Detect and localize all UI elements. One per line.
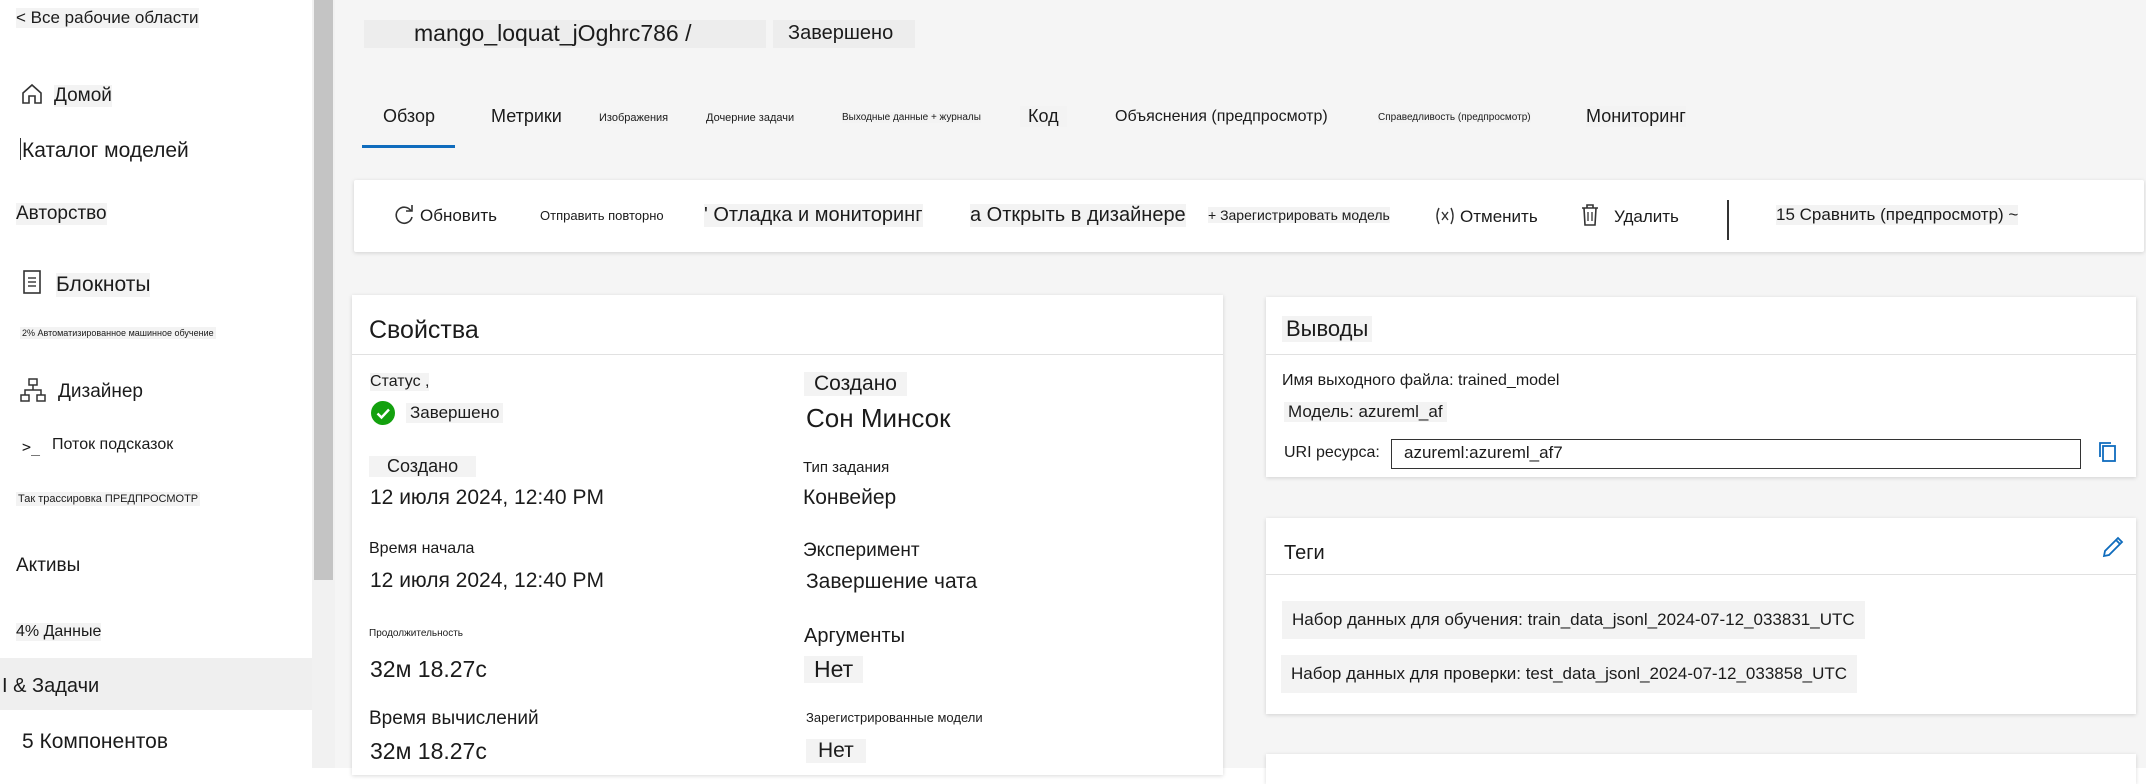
asset-uri-label: URI ресурса:	[1284, 444, 1380, 461]
sidebar-item-notebooks[interactable]: Блокноты	[56, 273, 151, 297]
tab-metrics[interactable]: Метрики	[491, 106, 562, 127]
sidebar: < Все рабочие области Домой Каталог моде…	[0, 0, 312, 768]
tab-code[interactable]: Код	[1020, 106, 1067, 127]
tab-child-jobs[interactable]: Дочерние задачи	[706, 112, 794, 124]
refresh-button[interactable]: Обновить	[420, 206, 497, 226]
arguments-value: Нет	[804, 656, 864, 683]
debug-monitor-button[interactable]: ' Отладка и мониторинг	[704, 204, 923, 227]
arguments-label: Аргументы	[804, 625, 905, 647]
compute-time-value: 32м 18.27с	[370, 738, 487, 764]
open-designer-button[interactable]: а Открыть в дизайнере	[970, 204, 1186, 227]
next-card-edge	[1266, 754, 2136, 784]
resubmit-button[interactable]: Отправить повторно	[540, 208, 664, 223]
back-to-workspaces-link[interactable]: < Все рабочие области	[16, 8, 199, 28]
home-icon	[22, 83, 42, 104]
tab-outputs-logs[interactable]: Выходные данные + журналы	[842, 112, 981, 123]
created-label: Создано	[369, 456, 477, 477]
tags-title: Теги	[1284, 542, 1325, 564]
copy-icon[interactable]	[2096, 440, 2118, 464]
outputs-title: Выводы	[1282, 316, 1373, 342]
toolbar-divider	[1727, 200, 1729, 240]
properties-divider	[352, 354, 1223, 355]
output-model[interactable]: Модель: azureml_af	[1284, 402, 1447, 422]
job-type-label: Тип задания	[803, 459, 890, 476]
start-time-label: Время начала	[369, 540, 475, 557]
tab-active-underline	[362, 145, 455, 148]
sidebar-item-components[interactable]: 5 Компонентов	[22, 730, 168, 754]
notebook-icon	[23, 270, 41, 294]
registered-models-label: Зарегистрированные модели	[806, 710, 983, 725]
compare-preview-button[interactable]: 15 Сравнить (предпросмотр) ~	[1776, 205, 2019, 225]
cancel-icon	[1436, 207, 1454, 225]
tab-overview[interactable]: Обзор	[383, 106, 435, 127]
properties-card	[352, 295, 1223, 775]
properties-title: Свойства	[369, 316, 479, 344]
designer-icon	[20, 378, 46, 402]
job-type-value: Конвейер	[803, 486, 897, 509]
refresh-icon	[395, 205, 413, 224]
duration-label: Продолжительность	[369, 628, 463, 639]
status-value: Завершено	[406, 403, 504, 423]
register-model-button[interactable]: + Зарегистрировать модель	[1208, 207, 1390, 223]
sidebar-item-prompt-flow[interactable]: Поток подсказок	[52, 436, 173, 454]
success-check-icon	[371, 401, 395, 425]
outputs-divider	[1266, 354, 2136, 355]
cancel-button[interactable]: Отменить	[1460, 207, 1538, 227]
sidebar-item-tracing-preview[interactable]: Так трассировка ПРЕДПРОСМОТР	[16, 492, 201, 506]
sidebar-item-authoring: Авторство	[16, 203, 107, 225]
job-status: Завершено	[788, 22, 894, 44]
sidebar-item-assets: Активы	[16, 555, 81, 576]
sidebar-item-model-catalog[interactable]: Каталог моделей	[22, 139, 189, 163]
created-value: 12 июля 2024, 12:40 PM	[370, 486, 604, 509]
sidebar-item-jobs[interactable]: I & Задачи	[2, 675, 99, 698]
tag-train-dataset: Набор данных для обучения: train_data_js…	[1282, 601, 1865, 639]
sidebar-item-automl[interactable]: 2% Автоматизированное машинное обучение	[20, 327, 216, 339]
tags-divider	[1266, 574, 2136, 575]
asset-uri-value[interactable]: azureml:azureml_af7	[1404, 443, 1563, 463]
registered-models-value: Нет	[806, 739, 866, 763]
status-label: Статус ,	[370, 373, 430, 391]
experiment-value[interactable]: Завершение чата	[806, 570, 977, 594]
experiment-label: Эксперимент	[803, 540, 920, 561]
cursor-bar	[20, 138, 21, 160]
delete-icon	[1582, 204, 1598, 226]
sidebar-item-home[interactable]: Домой	[54, 85, 112, 107]
sidebar-item-data[interactable]: 4% Данные	[16, 623, 102, 641]
sidebar-item-designer[interactable]: Дизайнер	[58, 381, 143, 403]
output-file-name: Имя выходного файла: trained_model	[1282, 372, 1560, 389]
job-title: mango_loquat_jOghrc786 /	[414, 20, 692, 46]
tab-fairness[interactable]: Справедливость (предпросмотр)	[1378, 112, 1531, 123]
tab-images[interactable]: Изображения	[599, 112, 669, 124]
tag-validation-dataset: Набор данных для проверки: test_data_jso…	[1281, 655, 1858, 693]
tab-monitoring[interactable]: Мониторинг	[1586, 106, 1686, 127]
edit-pencil-icon[interactable]	[2100, 534, 2126, 560]
created-by-value: Сон Минсок	[806, 403, 951, 433]
compute-time-label: Время вычислений	[369, 708, 539, 729]
delete-button[interactable]: Удалить	[1614, 207, 1679, 227]
prompt-flow-icon: >_	[22, 438, 41, 456]
duration-value: 32м 18.27с	[370, 656, 487, 682]
sidebar-scrollbar-thumb[interactable]	[314, 0, 333, 580]
tab-explanations[interactable]: Объяснения (предпросмотр)	[1115, 108, 1328, 126]
start-time-value: 12 июля 2024, 12:40 PM	[370, 569, 604, 592]
created-by-label: Создано	[804, 372, 907, 396]
